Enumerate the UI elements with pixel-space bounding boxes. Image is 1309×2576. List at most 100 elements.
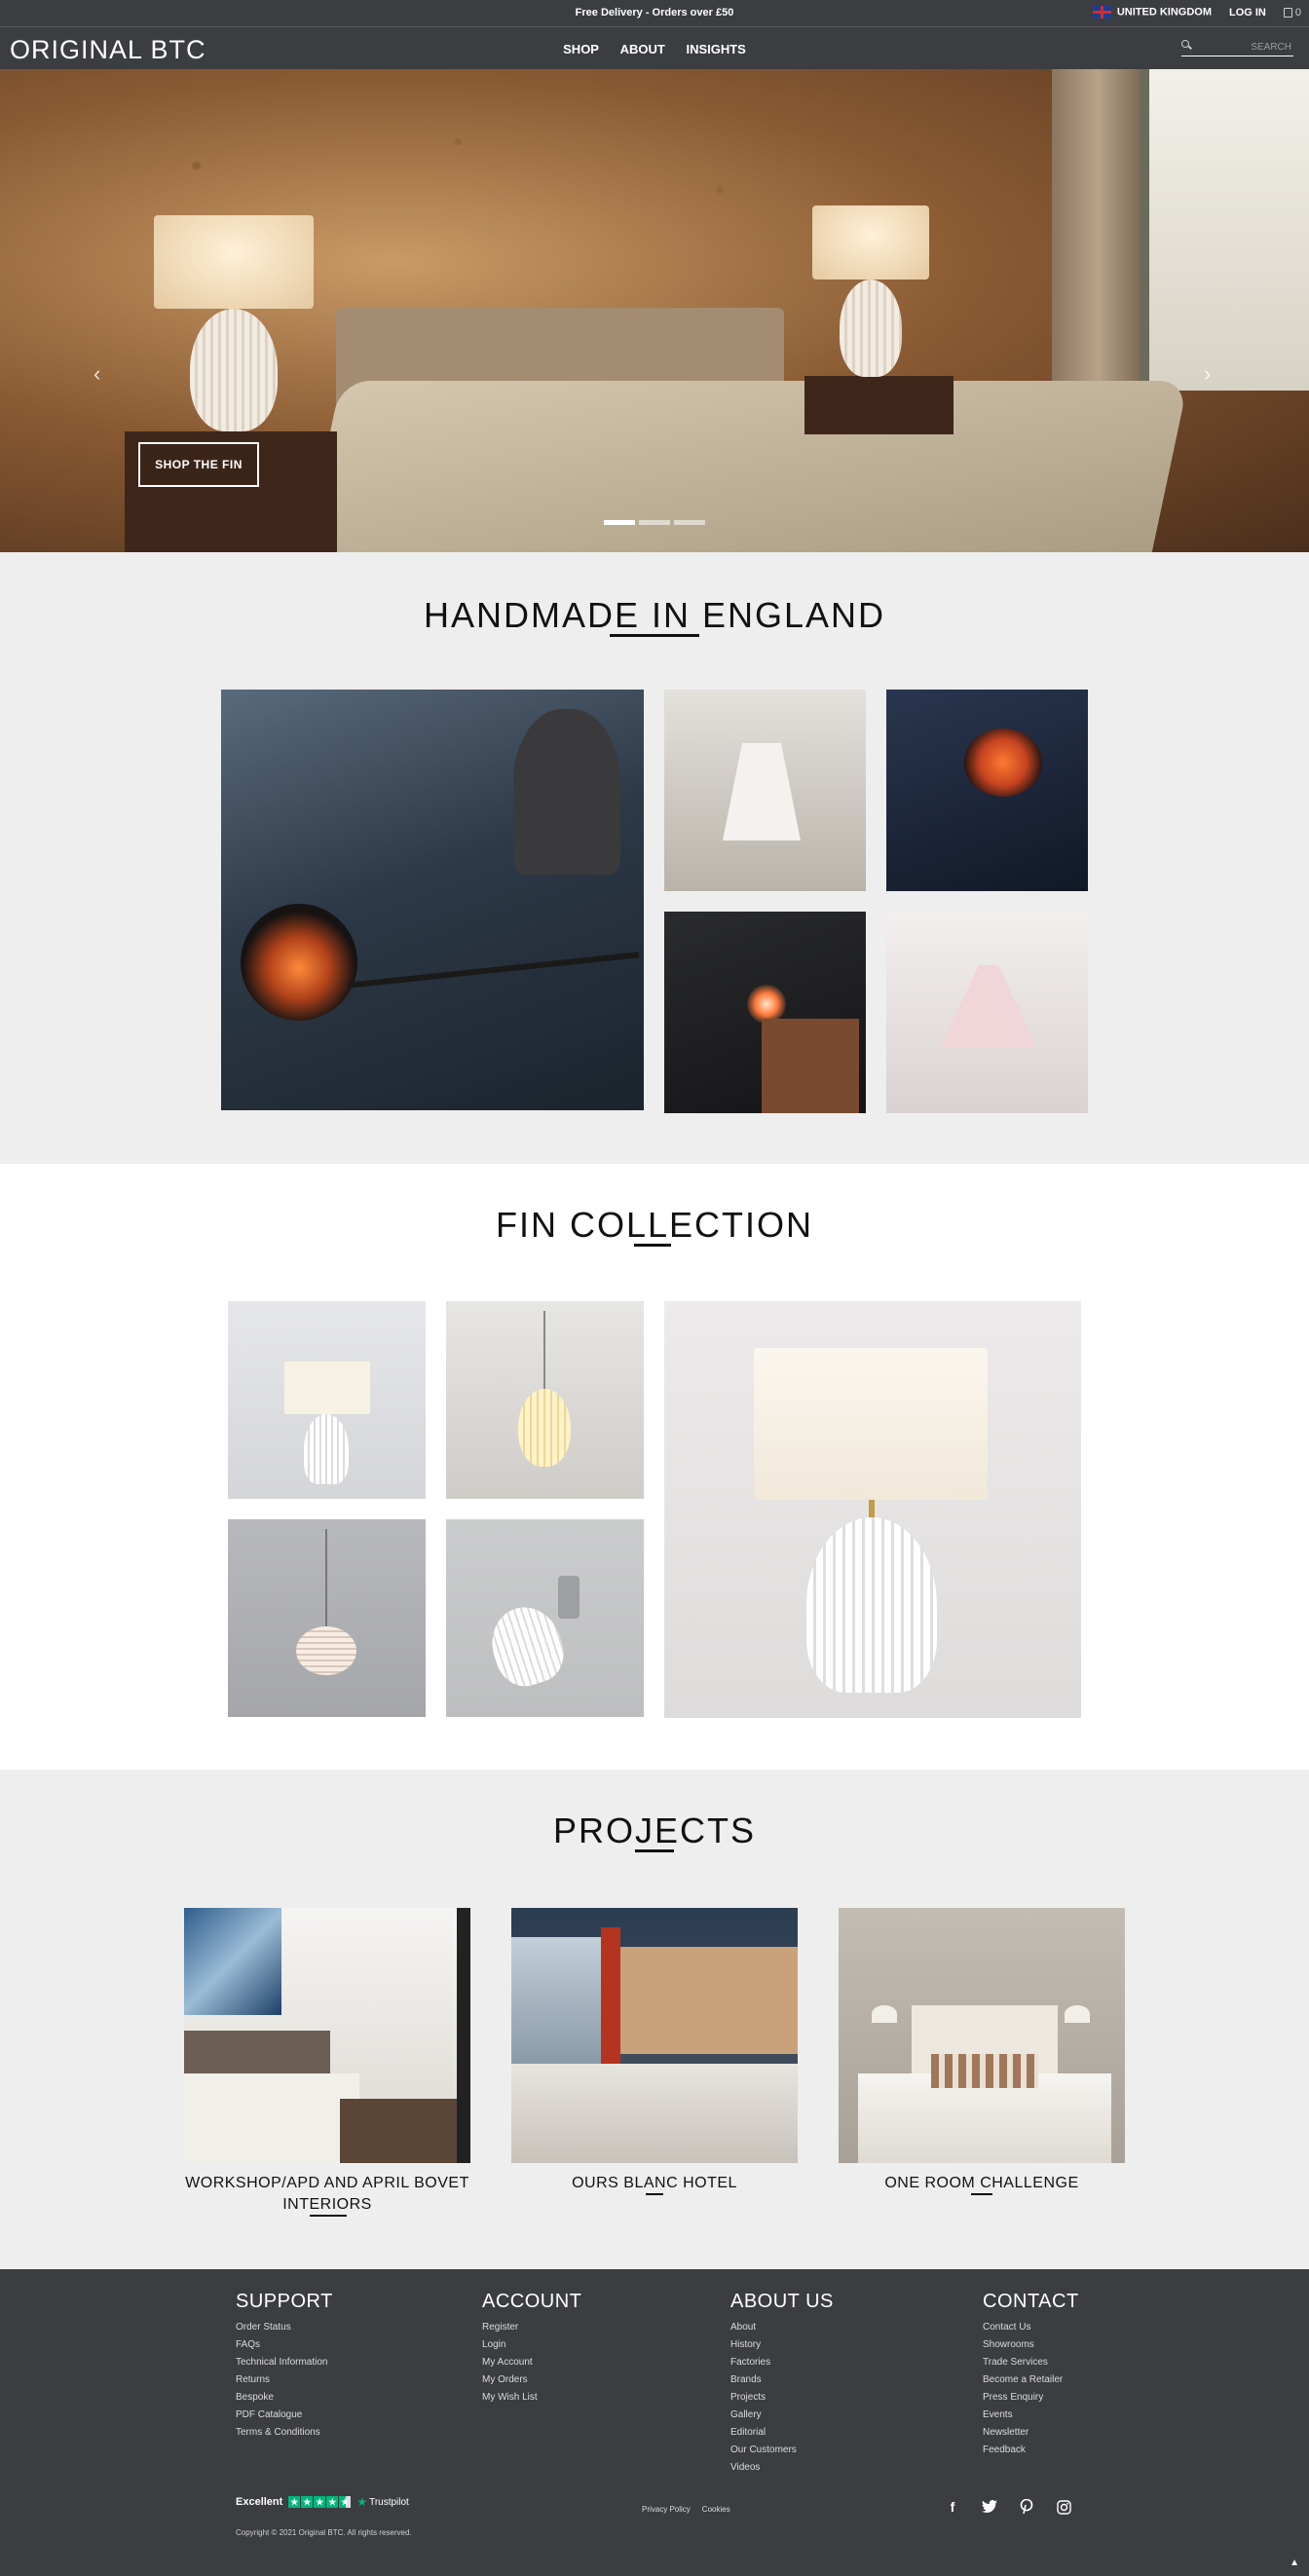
project-caption-one-room[interactable]: ONE ROOM CHALLENGE <box>839 2173 1125 2195</box>
star-icon: ★ <box>301 2496 314 2508</box>
fin-table-lamp-small-photo[interactable] <box>228 1301 426 1499</box>
handmade-title-underline <box>610 634 699 637</box>
footer-link[interactable]: Contact Us <box>983 2319 1079 2336</box>
footer-link[interactable]: My Account <box>482 2354 581 2371</box>
brass-neck <box>869 1500 875 1517</box>
glassblower-photo[interactable] <box>221 690 644 1110</box>
nav-link-shop[interactable]: SHOP <box>563 42 599 56</box>
handmade-section: HANDMADE IN ENGLAND <box>0 552 1309 1164</box>
lamp-shade <box>284 1362 370 1414</box>
fin-wall-light-photo[interactable] <box>446 1519 644 1717</box>
projects-section: PROJECTS WORKSHOP/APD AND APRIL BOVET IN… <box>0 1770 1309 2269</box>
pendant-left <box>872 2005 897 2023</box>
footer-link[interactable]: Events <box>983 2407 1079 2424</box>
nav-link-about[interactable]: ABOUT <box>620 42 665 56</box>
project-caption-text: ONE ROOM CHALLENGE <box>884 2175 1079 2191</box>
fin-pendant-light-photo[interactable] <box>446 1301 644 1499</box>
footer-link[interactable]: Login <box>482 2336 581 2354</box>
furnace-glass-photo[interactable] <box>886 690 1088 891</box>
footer-link[interactable]: Feedback <box>983 2442 1079 2459</box>
porcelain-shade-photo[interactable] <box>886 912 1088 1113</box>
lamp-base <box>304 1414 349 1484</box>
caption-underline <box>971 2193 992 2195</box>
facebook-icon[interactable]: f <box>945 2499 960 2515</box>
footer-about-column: ABOUT US About History Factories Brands … <box>730 2291 834 2477</box>
star-icon: ★ <box>314 2496 326 2508</box>
footer-link[interactable]: About <box>730 2319 834 2336</box>
instagram-icon[interactable] <box>1056 2499 1071 2515</box>
footer-link[interactable]: Order Status <box>236 2319 333 2336</box>
project-one-room-challenge-photo[interactable] <box>839 1908 1125 2163</box>
project-caption-ours-blanc[interactable]: OURS BLANC HOTEL <box>511 2173 798 2195</box>
project-ours-blanc-photo[interactable] <box>511 1908 798 2163</box>
hero-next-arrow-icon[interactable]: › <box>1204 361 1211 387</box>
footer-link[interactable]: Technical Information <box>236 2354 333 2371</box>
hero-prev-arrow-icon[interactable]: ‹ <box>94 361 100 387</box>
hero-window <box>1140 69 1309 391</box>
footer-link[interactable]: Register <box>482 2319 581 2336</box>
cookies-link[interactable]: Cookies <box>702 2505 730 2514</box>
footer-link[interactable]: Newsletter <box>983 2424 1079 2442</box>
project-workshop-apd-photo[interactable] <box>184 1908 470 2163</box>
footer-link[interactable]: PDF Catalogue <box>236 2407 333 2424</box>
footer-link[interactable]: Returns <box>236 2371 333 2389</box>
hot-glass-orange <box>964 728 1042 797</box>
footer-link[interactable]: Trade Services <box>983 2354 1079 2371</box>
footer-link[interactable]: Factories <box>730 2354 834 2371</box>
top-promo-bar: Free Delivery - Orders over £50 UNITED K… <box>0 0 1309 26</box>
footer-link[interactable]: Gallery <box>730 2407 834 2424</box>
footer-support-column: SUPPORT Order Status FAQs Technical Info… <box>236 2291 333 2442</box>
hero-dot-3[interactable] <box>674 520 705 525</box>
privacy-policy-link[interactable]: Privacy Policy <box>642 2505 691 2514</box>
ceramic-shade-form <box>723 743 801 840</box>
pendant-cord <box>543 1311 545 1389</box>
region-selector[interactable]: UNITED KINGDOM <box>1092 6 1212 19</box>
search-input[interactable] <box>1181 38 1293 56</box>
back-to-top-icon[interactable]: ▲ <box>1290 2557 1299 2568</box>
nav-link-insights[interactable]: INSIGHTS <box>686 42 745 56</box>
footer-link[interactable]: Projects <box>730 2389 834 2407</box>
copyright-text: Copyright © 2021 Original BTC. All right… <box>236 2528 412 2537</box>
footer-link[interactable]: Bespoke <box>236 2389 333 2407</box>
torch-flame-photo[interactable] <box>664 912 866 1113</box>
hero-bed <box>301 381 1189 552</box>
hero-lamp-base-right <box>840 280 902 377</box>
uk-flag-icon <box>1092 6 1111 19</box>
footer-link[interactable]: Videos <box>730 2459 834 2477</box>
footer-contact-heading: CONTACT <box>983 2291 1079 2312</box>
footer-link[interactable]: Press Enquiry <box>983 2389 1079 2407</box>
login-link[interactable]: LOG IN <box>1229 7 1266 19</box>
site-footer: SUPPORT Order Status FAQs Technical Info… <box>0 2269 1309 2576</box>
hero-dot-2[interactable] <box>639 520 670 525</box>
trustpilot-rating-label: Excellent <box>236 2496 283 2508</box>
search-icon <box>1181 40 1189 48</box>
footer-link[interactable]: Our Customers <box>730 2442 834 2459</box>
footer-link[interactable]: Showrooms <box>983 2336 1079 2354</box>
pendant-shade <box>518 1389 571 1467</box>
pinterest-icon[interactable] <box>1019 2499 1034 2515</box>
footer-link[interactable]: Brands <box>730 2371 834 2389</box>
footer-link[interactable]: Become a Retailer <box>983 2371 1079 2389</box>
trustpilot-widget[interactable]: Excellent ★ ★ ★ ★ ★ ★ Trustpilot <box>236 2495 409 2509</box>
footer-support-heading: SUPPORT <box>236 2291 333 2312</box>
hotel-window <box>511 1937 609 2064</box>
caption-underline <box>310 2215 347 2217</box>
footer-link[interactable]: Editorial <box>730 2424 834 2442</box>
footer-link[interactable]: FAQs <box>236 2336 333 2354</box>
fin-table-lamp-large-photo[interactable] <box>664 1301 1081 1718</box>
cart-button[interactable]: 0 <box>1283 7 1301 19</box>
star-icon: ★ <box>326 2496 339 2508</box>
footer-link[interactable]: Terms & Conditions <box>236 2424 333 2442</box>
shop-the-fin-button[interactable]: SHOP THE FIN <box>138 442 259 487</box>
project-caption-workshop[interactable]: WORKSHOP/APD AND APRIL BOVET INTERIORS <box>184 2173 470 2217</box>
footer-link[interactable]: My Orders <box>482 2371 581 2389</box>
twitter-icon[interactable] <box>982 2499 997 2515</box>
fin-flat-pendant-photo[interactable] <box>228 1519 426 1717</box>
wood-panelling <box>620 1947 798 2054</box>
project-caption-text: WORKSHOP/APD AND APRIL BOVET INTERIORS <box>185 2175 469 2213</box>
footer-link[interactable]: History <box>730 2336 834 2354</box>
hotel-bed <box>511 2064 798 2163</box>
ceramic-turning-photo[interactable] <box>664 690 866 891</box>
footer-link[interactable]: My Wish List <box>482 2389 581 2407</box>
hero-dot-1[interactable] <box>604 520 635 525</box>
